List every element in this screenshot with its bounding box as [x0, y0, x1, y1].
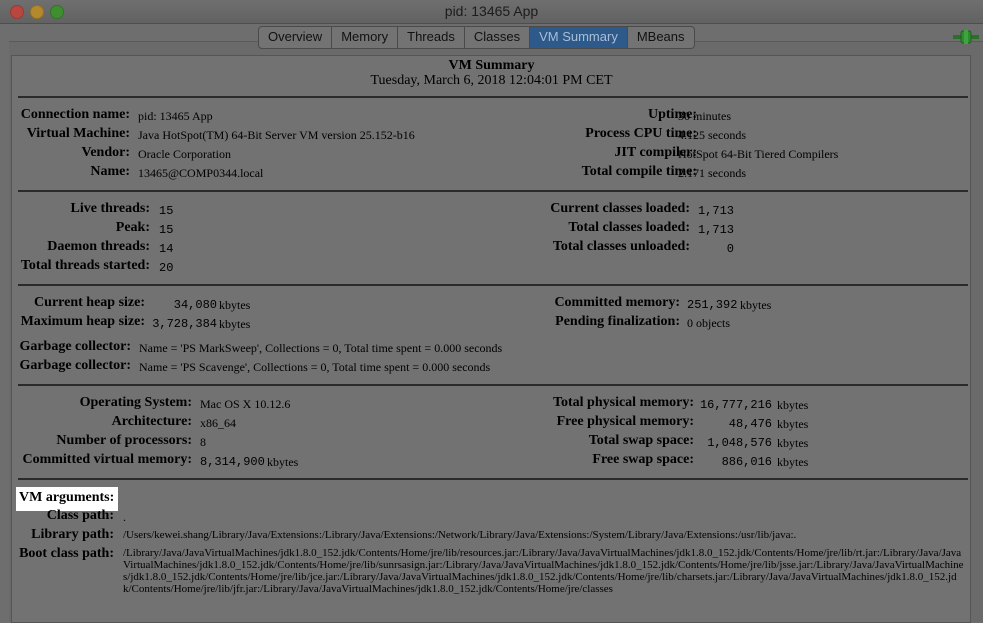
total-classes-value: 1,713 — [697, 223, 734, 237]
free-physical-memory-label: Free physical memory: — [556, 414, 694, 429]
operating-system-label: Operating System: — [79, 395, 192, 410]
tab-vm-summary[interactable]: VM Summary — [530, 27, 628, 48]
process-cpu-value: 4.125 seconds — [678, 128, 746, 142]
total-physical-memory-unit: kbytes — [777, 398, 809, 412]
committed-memory-unit: kbytes — [740, 298, 772, 312]
connection-name-value: pid: 13465 App — [138, 109, 213, 123]
live-threads-label: Live threads: — [70, 201, 150, 216]
tab-classes[interactable]: Classes — [465, 27, 531, 48]
max-heap-label: Maximum heap size: — [20, 314, 145, 329]
max-heap-value: 3,728,384 — [152, 317, 217, 331]
window-title: pid: 13465 App — [444, 3, 539, 19]
committed-virtual-memory-unit: kbytes — [267, 455, 299, 469]
connection-name-label: Connection name: — [20, 107, 130, 122]
section-divider — [18, 284, 968, 286]
free-physical-memory-value: 48,476 — [728, 417, 772, 431]
peak-threads-value: 15 — [159, 223, 174, 237]
threads-started-value: 20 — [159, 261, 174, 275]
section-divider — [18, 190, 968, 192]
section-divider — [18, 384, 968, 386]
gc-scavenge-label: Garbage collector: — [19, 358, 131, 373]
host-name-label: Name: — [90, 164, 130, 179]
threads-started-label: Total threads started: — [20, 258, 150, 273]
classes-unloaded-label: Total classes unloaded: — [552, 239, 690, 254]
class-path-label: Class path: — [46, 508, 114, 523]
architecture-label: Architecture: — [111, 414, 192, 429]
live-threads-value: 15 — [159, 204, 174, 218]
heap-size-unit: kbytes — [219, 298, 251, 312]
free-swap-value: 886,016 — [721, 455, 772, 469]
heap-size-value: 34,080 — [173, 298, 217, 312]
library-path-value: /Users/kewei.shang/Library/Java/Extensio… — [123, 529, 797, 541]
daemon-threads-label: Daemon threads: — [47, 239, 150, 254]
total-classes-label: Total classes loaded: — [568, 220, 690, 235]
pending-finalization-value: 0 objects — [687, 316, 730, 330]
committed-memory-value: 251,392 — [687, 298, 738, 312]
gc-marksweep-value: Name = 'PS MarkSweep', Collections = 0, … — [139, 341, 503, 355]
gc-scavenge-value: Name = 'PS Scavenge', Collections = 0, T… — [139, 360, 491, 374]
summary-title: VM Summary — [448, 58, 535, 73]
architecture-value: x86_64 — [200, 416, 236, 430]
tab-threads[interactable]: Threads — [398, 27, 465, 48]
plug-connector-icon[interactable] — [953, 30, 979, 44]
gc-marksweep-label: Garbage collector: — [19, 339, 131, 354]
free-swap-label: Free swap space: — [592, 452, 694, 467]
vendor-value: Oracle Corporation — [138, 147, 231, 161]
tab-bar: Overview Memory Threads Classes VM Summa… — [258, 26, 695, 49]
total-swap-label: Total swap space: — [588, 433, 694, 448]
peak-threads-label: Peak: — [115, 220, 150, 235]
committed-memory-label: Committed memory: — [554, 295, 680, 310]
total-swap-value: 1,048,576 — [707, 436, 772, 450]
free-physical-memory-unit: kbytes — [777, 417, 809, 431]
classes-unloaded-value: 0 — [726, 242, 734, 256]
jit-compiler-value: HotSpot 64-Bit Tiered Compilers — [678, 147, 839, 161]
section-divider — [18, 96, 968, 98]
virtual-machine-label: Virtual Machine: — [26, 126, 130, 141]
section-divider — [18, 478, 968, 480]
current-classes-label: Current classes loaded: — [550, 201, 690, 216]
vendor-label: Vendor: — [81, 145, 131, 160]
summary-date: Tuesday, March 6, 2018 12:04:01 PM CET — [370, 73, 613, 88]
uptime-value: 30 minutes — [678, 109, 731, 123]
total-swap-unit: kbytes — [777, 436, 809, 450]
free-swap-unit: kbytes — [777, 455, 809, 469]
pending-finalization-label: Pending finalization: — [555, 314, 680, 329]
class-path-value: . — [123, 510, 126, 524]
current-classes-value: 1,713 — [697, 204, 734, 218]
heap-size-label: Current heap size: — [34, 295, 145, 310]
tab-mbeans[interactable]: MBeans — [628, 27, 694, 48]
tab-overview[interactable]: Overview — [259, 27, 333, 48]
virtual-machine-value: Java HotSpot(TM) 64-Bit Server VM versio… — [138, 128, 415, 142]
library-path-label: Library path: — [31, 527, 114, 542]
max-heap-unit: kbytes — [219, 317, 251, 331]
boot-class-path-label: Boot class path: — [19, 546, 114, 561]
committed-virtual-memory-label: Committed virtual memory: — [22, 452, 192, 467]
processors-value: 8 — [200, 435, 206, 449]
daemon-threads-value: 14 — [159, 242, 174, 256]
tab-memory[interactable]: Memory — [332, 27, 399, 48]
boot-class-path-value: /Library/Java/JavaVirtualMachines/jdk1.8… — [123, 547, 964, 595]
title-bar: pid: 13465 App — [0, 0, 983, 24]
compile-time-value: 2.171 seconds — [678, 166, 746, 180]
operating-system-value: Mac OS X 10.12.6 — [200, 397, 291, 411]
processors-label: Number of processors: — [56, 433, 192, 448]
committed-virtual-memory-value: 8,314,900 — [200, 455, 265, 469]
total-physical-memory-label: Total physical memory: — [552, 395, 694, 410]
total-physical-memory-value: 16,777,216 — [699, 398, 772, 412]
host-name-value: 13465@COMP0344.local — [138, 166, 264, 180]
